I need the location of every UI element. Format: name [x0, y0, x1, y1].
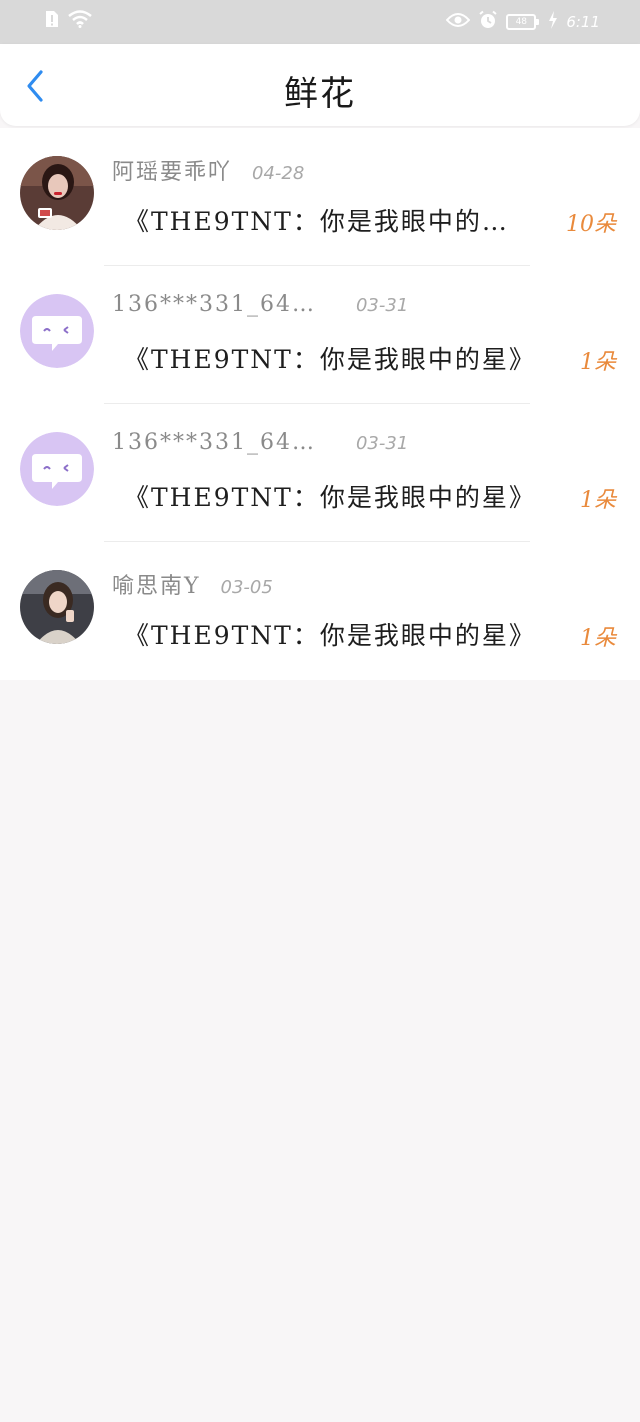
- flower-list: 阿瑶要乖吖 04-28 《THE9TNT：你是我眼中的… 10朵 136***3…: [0, 128, 640, 680]
- message: 《THE9TNT：你是我眼中的星》: [124, 621, 536, 650]
- avatar[interactable]: [20, 570, 94, 644]
- flower-count: 1朵: [580, 350, 616, 375]
- date: 03-05: [220, 577, 273, 598]
- item-meta: 喻思南Y 03-05: [112, 568, 273, 600]
- eye-icon: [445, 12, 471, 32]
- top-nav-bar: 鲜花: [0, 44, 640, 126]
- list-item[interactable]: 136***331_64… 03-31 《THE9TNT：你是我眼中的星》 1朵: [0, 404, 640, 542]
- item-meta: 阿瑶要乖吖 04-28: [112, 154, 304, 186]
- username[interactable]: 136***331_64…: [112, 292, 316, 317]
- flower-count: 1朵: [580, 626, 616, 651]
- item-meta: 136***331_64… 03-31: [112, 292, 408, 317]
- alert-icon: [44, 10, 60, 32]
- date: 03-31: [355, 433, 409, 454]
- status-bar-left: [44, 10, 92, 32]
- message: 《THE9TNT：你是我眼中的…: [124, 207, 509, 236]
- status-bar-right: 48 6:11: [445, 10, 600, 34]
- username[interactable]: 136***331_64…: [112, 430, 316, 455]
- charging-icon: [548, 11, 558, 33]
- message: 《THE9TNT：你是我眼中的星》: [124, 345, 536, 374]
- avatar[interactable]: [20, 156, 94, 230]
- message: 《THE9TNT：你是我眼中的星》: [124, 483, 536, 512]
- battery-level: 48: [515, 17, 528, 27]
- flower-count: 10朵: [566, 212, 616, 237]
- clock-time: 6:11: [566, 13, 600, 31]
- alarm-icon: [478, 10, 498, 34]
- battery-icon: 48: [506, 14, 540, 30]
- list-item[interactable]: 阿瑶要乖吖 04-28 《THE9TNT：你是我眼中的… 10朵: [0, 128, 640, 266]
- avatar[interactable]: [20, 432, 94, 506]
- date: 03-31: [355, 295, 409, 316]
- list-item[interactable]: 136***331_64… 03-31 《THE9TNT：你是我眼中的星》 1朵: [0, 266, 640, 404]
- item-meta: 136***331_64… 03-31: [112, 430, 408, 455]
- avatar[interactable]: [20, 294, 94, 368]
- username[interactable]: 阿瑶要乖吖: [112, 154, 232, 186]
- page-title: 鲜花: [284, 74, 356, 114]
- wifi-icon: [68, 10, 92, 32]
- flower-count: 1朵: [580, 488, 616, 513]
- username[interactable]: 喻思南Y: [112, 568, 201, 600]
- date: 04-28: [252, 163, 305, 184]
- status-bar: 48 6:11: [0, 0, 640, 44]
- list-item[interactable]: 喻思南Y 03-05 《THE9TNT：你是我眼中的星》 1朵: [0, 542, 640, 680]
